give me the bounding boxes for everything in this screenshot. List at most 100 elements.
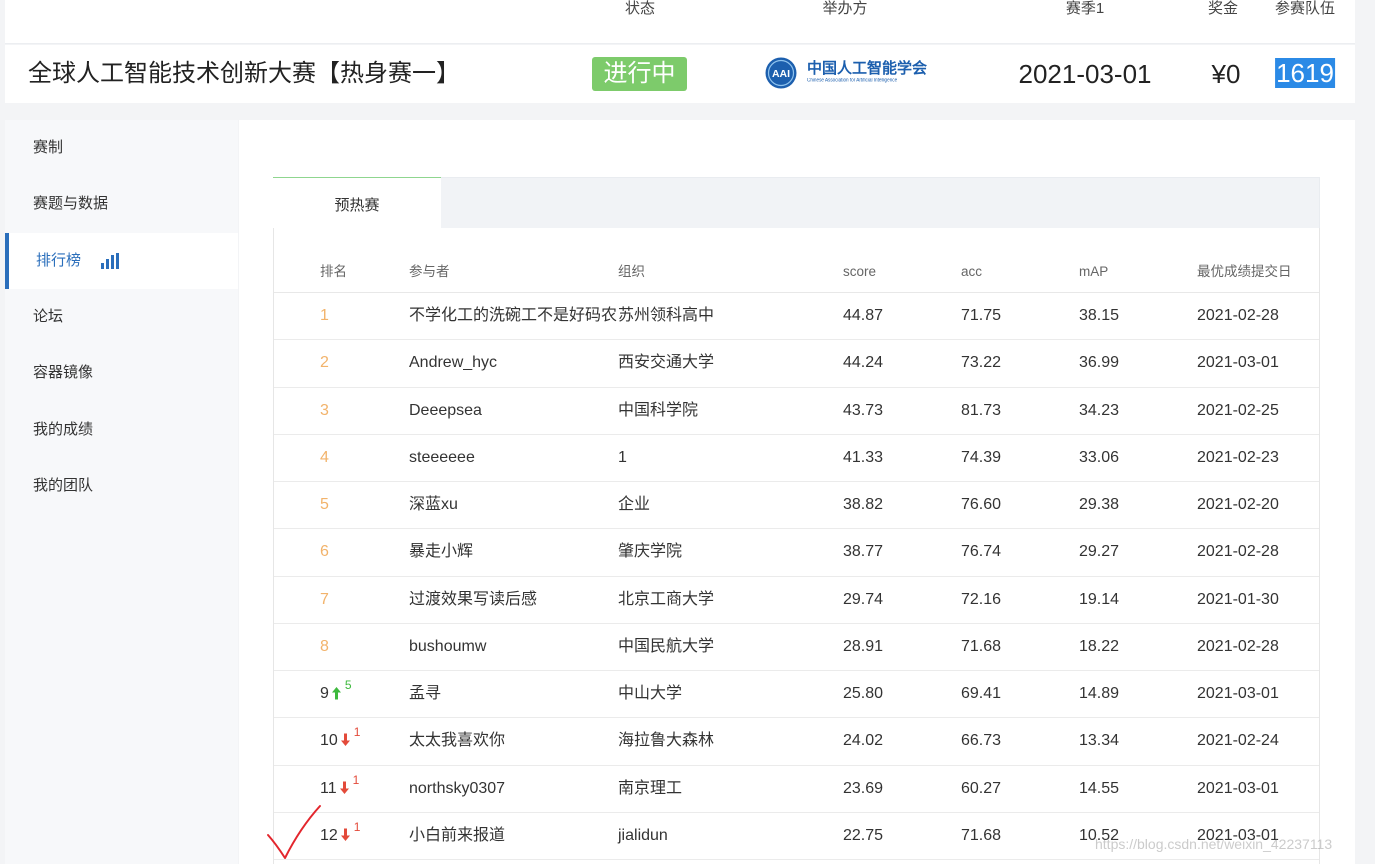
- acc-cell: 72.16: [961, 590, 1002, 608]
- sidebar-item-label: 容器镜像: [33, 364, 94, 382]
- participant-cell: 过渡效果写读后感: [409, 590, 538, 608]
- score-cell: 41.33: [843, 448, 884, 466]
- participant-cell: Andrew_hyc: [409, 354, 498, 372]
- season-date: 2021-03-01: [1018, 59, 1152, 89]
- rank-change-value: 1: [353, 725, 361, 740]
- participant-cell: 小白前来报道: [409, 826, 506, 844]
- acc-cell: 71.68: [961, 637, 1002, 655]
- arrow-up-icon: [331, 687, 341, 700]
- table-row: 3 Deeepsea 中国科学院 43.73 81.73 34.23 2021-…: [274, 388, 1319, 435]
- rank-cell: 4: [274, 448, 409, 468]
- map-cell: 14.89: [1079, 685, 1120, 703]
- sidebar-item-leaderboard[interactable]: 排行榜: [5, 232, 238, 289]
- rank-number: 4: [320, 448, 329, 466]
- map-cell: 14.55: [1079, 779, 1120, 797]
- participant-cell: 孟寻: [409, 685, 442, 703]
- table-row: 7 过渡效果写读后感 北京工商大学 29.74 72.16 19.14 2021…: [274, 577, 1319, 624]
- acc-cell: 76.60: [961, 496, 1002, 514]
- table-row: 1 不学化工的洗碗工不是好码农 苏州领科高中 44.87 71.75 38.15…: [274, 293, 1319, 341]
- sidebar-item-forum[interactable]: 论坛: [5, 289, 238, 345]
- submit-date-cell: 2021-02-28: [1197, 543, 1279, 561]
- rank-cell: 1: [274, 306, 409, 326]
- submit-date-cell: 2021-02-20: [1197, 496, 1279, 514]
- map-cell: 38.15: [1079, 307, 1120, 325]
- table-row: 95 孟寻 中山大学 25.80 69.41 14.89 2021-03-01: [274, 671, 1319, 719]
- logo-mark: AAI: [772, 68, 790, 80]
- submit-date-cell: 2021-02-25: [1197, 401, 1279, 419]
- submit-date-cell: 2021-02-24: [1197, 732, 1279, 750]
- rank-change-value: 5: [344, 678, 352, 693]
- organizer-logo: AAI 中国人工智能学会 Chinese Association for Art…: [765, 57, 937, 91]
- organization-cell: 企业: [618, 496, 651, 514]
- score-cell: 22.75: [843, 826, 884, 844]
- score-cell: 43.73: [843, 401, 884, 419]
- sidebar: 赛制 赛题与数据 排行榜 论坛 容器镜像 我的成绩 我的团队: [5, 120, 238, 864]
- sidebar-item-container-image[interactable]: 容器镜像: [5, 345, 238, 401]
- organization-cell: 南京理工: [618, 779, 683, 797]
- rank-change-value: 1: [352, 772, 360, 787]
- sidebar-item-my-team[interactable]: 我的团队: [5, 458, 238, 514]
- map-cell: 10.52: [1079, 826, 1120, 844]
- rank-change: 1: [338, 820, 360, 846]
- rank-cell: 11 1: [274, 773, 409, 799]
- score-cell: 38.77: [843, 543, 884, 561]
- organizer-subtitle: Chinese Association for Artificial Intel…: [807, 78, 898, 84]
- column-header-score: score: [843, 264, 877, 279]
- rank-change: 1: [338, 725, 360, 751]
- sidebar-item-label: 赛题与数据: [33, 195, 109, 213]
- participant-cell: Deeepsea: [409, 401, 482, 419]
- organization-cell: 1: [618, 448, 627, 466]
- rank-change-value: 1: [353, 819, 361, 834]
- sidebar-item-label: 排行榜: [36, 251, 82, 269]
- tab-warmup[interactable]: 预热赛: [273, 177, 441, 229]
- acc-cell: 66.73: [961, 732, 1002, 750]
- sidebar-item-label: 我的成绩: [33, 420, 94, 438]
- table-row: 10 1 太太我喜欢你 海拉鲁大森林 24.02 66.73 13.34 2021…: [274, 718, 1319, 766]
- rank-number: 9: [320, 685, 329, 703]
- column-header-rank: 排名: [320, 264, 347, 279]
- score-cell: 24.02: [843, 732, 884, 750]
- arrow-down-icon: [340, 733, 350, 747]
- arrow-down-icon: [340, 828, 350, 841]
- table-row: 11 1 northsky0307 南京理工 23.69 60.27 14.55 …: [274, 766, 1319, 813]
- bar-chart-icon: [101, 252, 120, 269]
- organization-cell: 肇庆学院: [618, 543, 683, 561]
- table-row: 6 暴走小辉 肇庆学院 38.77 76.74 29.27 2021-02-28: [274, 529, 1319, 577]
- submit-date-cell: 2021-02-28: [1197, 637, 1279, 655]
- prize-label: 奖金: [1207, 0, 1239, 17]
- score-cell: 29.74: [843, 590, 884, 608]
- competition-info-labels: 状态 举办方 赛季1 奖金 参赛队伍: [5, 0, 1355, 44]
- submit-date-cell: 2021-03-01: [1197, 779, 1279, 797]
- acc-cell: 76.74: [961, 543, 1002, 561]
- page-title: 全球人工智能技术创新大赛【热身赛一】: [28, 60, 460, 87]
- acc-cell: 73.22: [961, 354, 1002, 372]
- participant-cell: 暴走小辉: [409, 543, 474, 561]
- organization-cell: 苏州领科高中: [618, 307, 715, 325]
- score-cell: 38.82: [843, 496, 884, 514]
- rank-cell: 6: [274, 542, 409, 562]
- sidebar-item-problem-and-data[interactable]: 赛题与数据: [5, 176, 238, 232]
- score-cell: 44.87: [843, 307, 884, 325]
- rank-number: 1: [320, 307, 329, 325]
- arrow-down-icon: [339, 781, 349, 794]
- sidebar-item-my-scores[interactable]: 我的成绩: [5, 401, 238, 457]
- tab-bar: 预热赛: [273, 177, 1320, 229]
- column-header-submit-date: 最优成绩提交日: [1197, 264, 1292, 279]
- column-header-map: mAP: [1079, 264, 1109, 279]
- map-cell: 29.27: [1079, 543, 1120, 561]
- sidebar-item-label: 赛制: [33, 139, 64, 157]
- column-header-organization: 组织: [618, 264, 645, 279]
- prize-value: ¥0: [1211, 59, 1241, 89]
- sidebar-item-rules[interactable]: 赛制: [5, 120, 238, 176]
- status-label: 状态: [624, 0, 656, 17]
- acc-cell: 71.68: [961, 826, 1002, 844]
- teams-count: 1619: [1275, 58, 1335, 88]
- main-panel: 预热赛 排名 参与者 组织 score acc mAP 最优成绩提交日 1 不学…: [239, 120, 1355, 864]
- table-row: 5 深蓝xu 企业 38.82 76.60 29.38 2021-02-20: [274, 482, 1319, 530]
- submit-date-cell: 2021-03-01: [1197, 826, 1279, 844]
- rank-cell: 3: [274, 401, 409, 421]
- map-cell: 33.06: [1079, 448, 1120, 466]
- participant-cell: northsky0307: [409, 779, 506, 797]
- leaderboard-table: 排名 参与者 组织 score acc mAP 最优成绩提交日 1 不学化工的洗…: [273, 228, 1320, 864]
- competition-header: 全球人工智能技术创新大赛【热身赛一】 进行中 AAI 中国人工智能学会 Chin…: [5, 45, 1355, 103]
